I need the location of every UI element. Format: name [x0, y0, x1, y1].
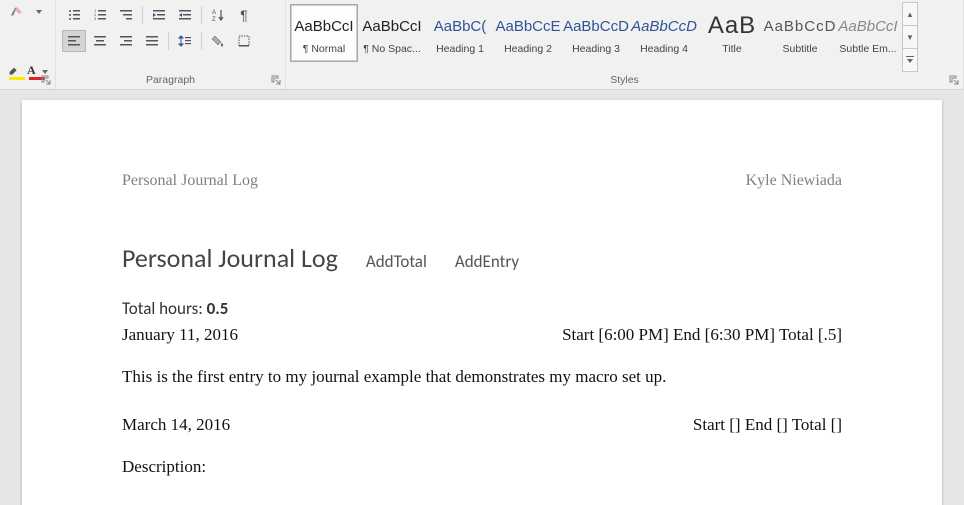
- document-title-row: Personal Journal Log AddTotal AddEntry: [122, 242, 842, 274]
- style-item-title[interactable]: AaB Title: [698, 4, 766, 62]
- paragraph-dialog-launcher[interactable]: [270, 74, 282, 86]
- style-item-subtitle[interactable]: AaBbCcD Subtitle: [766, 4, 834, 62]
- multilevel-list-button[interactable]: [114, 4, 138, 26]
- style-label: Heading 2: [504, 43, 552, 55]
- bullets-button[interactable]: [62, 4, 86, 26]
- font-color-button[interactable]: A: [26, 62, 37, 82]
- svg-text:A: A: [212, 10, 216, 16]
- style-preview: AaBbC(: [434, 11, 487, 41]
- increase-indent-button[interactable]: [173, 4, 197, 26]
- sort-button[interactable]: AZ: [206, 4, 230, 26]
- clear-formatting-button[interactable]: [6, 2, 26, 22]
- shading-button[interactable]: [206, 30, 230, 52]
- style-item-heading-4[interactable]: AaBbCcD Heading 4: [630, 4, 698, 62]
- style-item-normal[interactable]: AaBbCcI ¶ Normal: [290, 4, 358, 62]
- page-header: Personal Journal Log Kyle Niewiada: [122, 172, 842, 190]
- ribbon-group-font-label: [0, 84, 55, 89]
- page-header-right: Kyle Niewiada: [746, 172, 842, 190]
- svg-text:Z: Z: [212, 17, 216, 22]
- style-label: ¶ Normal: [303, 43, 345, 55]
- style-item-heading-2[interactable]: AaBbCcE Heading 2: [494, 4, 562, 62]
- style-label: Heading 3: [572, 43, 620, 55]
- align-center-button[interactable]: [88, 30, 112, 52]
- style-label: Subtle Em...: [839, 43, 896, 55]
- ribbon-group-paragraph: 123 AZ: [56, 0, 286, 89]
- style-preview: AaBbCcI: [838, 11, 897, 41]
- total-hours-label: Total hours:: [122, 298, 207, 319]
- style-item-heading-3[interactable]: AaBbCcD Heading 3: [562, 4, 630, 62]
- style-label: Subtitle: [782, 43, 817, 55]
- style-label: Heading 4: [640, 43, 688, 55]
- line-spacing-button[interactable]: [173, 30, 197, 52]
- entry-1-row: January 11, 2016 Start [6:00 PM] End [6:…: [122, 325, 842, 345]
- total-hours-value: 0.5: [207, 298, 229, 319]
- style-preview: AaBbCcD: [764, 11, 837, 41]
- style-label: ¶ No Spac...: [363, 43, 421, 55]
- align-right-button[interactable]: [114, 30, 138, 52]
- style-preview: AaBbCcI: [362, 11, 421, 41]
- style-item-subtle-em[interactable]: AaBbCcI Subtle Em...: [834, 4, 902, 62]
- style-preview: AaBbCcI: [294, 11, 353, 41]
- style-preview: AaBbCcD: [631, 11, 697, 41]
- decrease-indent-button[interactable]: [147, 4, 171, 26]
- style-item-no-spac[interactable]: AaBbCcI ¶ No Spac...: [358, 4, 426, 62]
- font-dropdown-caret[interactable]: [30, 2, 50, 22]
- text-highlight-button[interactable]: [6, 62, 22, 82]
- ribbon: A 123: [0, 0, 964, 90]
- align-left-button[interactable]: [62, 30, 86, 52]
- entry-1-times: Start [6:00 PM] End [6:30 PM] Total [.5]: [562, 325, 842, 345]
- entry-2-date: March 14, 2016: [122, 415, 230, 435]
- style-label: Heading 1: [436, 43, 484, 55]
- macro-addentry: AddEntry: [455, 251, 519, 272]
- style-label: Title: [722, 43, 741, 55]
- entry-1-body: This is the first entry to my journal ex…: [122, 367, 842, 387]
- style-preview: AaB: [708, 11, 756, 41]
- styles-scroll-down[interactable]: ▼: [903, 26, 917, 49]
- style-preview: AaBbCcD: [563, 11, 629, 41]
- style-item-heading-1[interactable]: AaBbC( Heading 1: [426, 4, 494, 62]
- styles-scroll-up[interactable]: ▲: [903, 3, 917, 26]
- page-header-left: Personal Journal Log: [122, 172, 258, 190]
- ribbon-group-font: A: [0, 0, 56, 89]
- entry-2-times: Start [] End [] Total []: [693, 415, 842, 435]
- document-title: Personal Journal Log: [122, 242, 338, 274]
- style-preview: AaBbCcE: [495, 11, 560, 41]
- total-hours: Total hours: 0.5: [122, 298, 842, 319]
- svg-text:3: 3: [94, 16, 97, 21]
- styles-gallery: AaBbCcI ¶ Normal AaBbCcI ¶ No Spac... AaBbC(…: [290, 4, 902, 62]
- document-page[interactable]: Personal Journal Log Kyle Niewiada Perso…: [22, 100, 942, 505]
- borders-button[interactable]: [232, 30, 256, 52]
- numbering-button[interactable]: 123: [88, 4, 112, 26]
- styles-expand[interactable]: [903, 49, 917, 71]
- justify-button[interactable]: [140, 30, 164, 52]
- description-label: Description:: [122, 457, 842, 477]
- styles-dialog-launcher[interactable]: [948, 74, 960, 86]
- entry-2-row: March 14, 2016 Start [] End [] Total []: [122, 415, 842, 435]
- ribbon-group-styles-label: Styles: [286, 72, 963, 89]
- entry-1-date: January 11, 2016: [122, 325, 238, 345]
- font-dialog-launcher[interactable]: [40, 74, 52, 86]
- document-area: Personal Journal Log Kyle Niewiada Perso…: [0, 90, 964, 505]
- ribbon-group-styles: AaBbCcI ¶ Normal AaBbCcI ¶ No Spac... AaBbC(…: [286, 0, 964, 89]
- macro-addtotal: AddTotal: [366, 251, 427, 272]
- ribbon-group-paragraph-label: Paragraph: [56, 72, 285, 89]
- styles-scroll: ▲ ▼: [902, 2, 918, 72]
- show-hide-pilcrow-button[interactable]: ¶: [232, 4, 256, 26]
